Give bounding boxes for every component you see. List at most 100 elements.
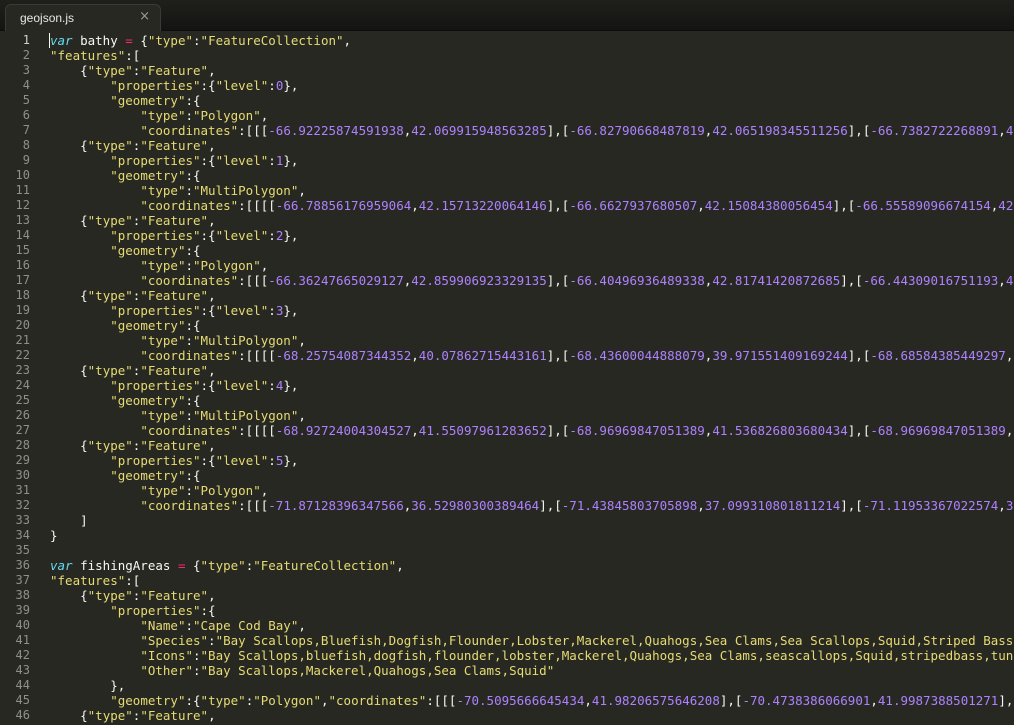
code-text: var bathy = {"type":"FeatureCollection", xyxy=(50,33,351,48)
code-line[interactable]: 11 "type":"MultiPolygon", xyxy=(0,183,1014,198)
code-line[interactable]: 39 "properties":{ xyxy=(0,603,1014,618)
code-line[interactable]: 21 "type":"MultiPolygon", xyxy=(0,333,1014,348)
code-line[interactable]: 45 "geometry":{"type":"Polygon","coordin… xyxy=(0,693,1014,708)
code-token: -68.25754087344352 xyxy=(275,348,412,363)
line-number: 11 xyxy=(15,183,30,197)
code-line[interactable]: 34} xyxy=(0,528,1014,543)
line-number: 42 xyxy=(15,648,30,662)
code-line[interactable]: 37 "features":[ xyxy=(0,573,1014,588)
code-text: "type":"Polygon", xyxy=(50,108,268,123)
code-token: , xyxy=(320,693,329,708)
code-token: "Feature" xyxy=(140,213,209,228)
code-line[interactable]: 33 ] xyxy=(0,513,1014,528)
code-line[interactable]: 20 "geometry":{ xyxy=(0,318,1014,333)
code-line[interactable]: 41 "Species":"Bay Scallops,Bluefish,Dogf… xyxy=(0,633,1014,648)
code-line[interactable]: 32 "coordinates":[[[-71.87128396347566,3… xyxy=(0,498,1014,513)
code-token: :[ xyxy=(125,573,141,588)
code-token: "Polygon" xyxy=(193,258,261,273)
code-token: , xyxy=(208,138,216,153)
code-line[interactable]: 19 "properties":{"level":3}, xyxy=(0,303,1014,318)
code-line[interactable]: 27 "coordinates":[[[[-68.92724004304527,… xyxy=(0,423,1014,438)
code-line[interactable]: 3 {"type":"Feature", xyxy=(0,63,1014,78)
code-token: : xyxy=(193,33,201,48)
code-token: { xyxy=(50,708,88,723)
line-number: 32 xyxy=(15,498,30,512)
close-icon[interactable]: × xyxy=(139,9,150,24)
code-line[interactable]: 46 {"type":"Feature", xyxy=(0,708,1014,723)
tab-geojson-js[interactable]: geojson.js × xyxy=(5,4,161,31)
code-line[interactable]: 9 "properties":{"level":1}, xyxy=(0,153,1014,168)
code-editor[interactable]: 1 var bathy = {"type":"FeatureCollection"… xyxy=(0,31,1014,725)
code-line[interactable]: 17 "coordinates":[[[-66.36247665029127,4… xyxy=(0,273,1014,288)
code-token: "features" xyxy=(50,48,126,63)
code-text: } xyxy=(50,528,58,543)
code-line[interactable]: 7 "coordinates":[[[-66.92225874591938,42… xyxy=(0,123,1014,138)
code-token: , xyxy=(411,348,419,363)
code-token: "level" xyxy=(215,78,269,93)
code-line[interactable]: 15 "geometry":{ xyxy=(0,243,1014,258)
code-line[interactable]: 22 "coordinates":[[[[-68.25754087344352,… xyxy=(0,348,1014,363)
code-token: -66.78856176959064 xyxy=(275,198,412,213)
code-text: {"type":"Feature", xyxy=(50,138,216,153)
code-token: 42.065198345511256 xyxy=(712,123,848,138)
code-line[interactable]: 24 "properties":{"level":4}, xyxy=(0,378,1014,393)
code-token: 42.81741420872685 xyxy=(712,273,841,288)
code-text: "type":"MultiPolygon", xyxy=(50,183,306,198)
code-token: : xyxy=(268,228,276,243)
code-line[interactable]: 25 "geometry":{ xyxy=(0,393,1014,408)
code-line[interactable]: 2 "features":[ xyxy=(0,48,1014,63)
code-line[interactable]: 28 {"type":"Feature", xyxy=(0,438,1014,453)
code-line[interactable]: 43 "Other":"Bay Scallops,Mackerel,Quahog… xyxy=(0,663,1014,678)
code-line[interactable]: 42 "Icons":"Bay Scallops,bluefish,dogfis… xyxy=(0,648,1014,663)
code-line[interactable]: 18 {"type":"Feature", xyxy=(0,288,1014,303)
code-token: -71.11953367022574 xyxy=(862,498,999,513)
code-token: { xyxy=(50,288,88,303)
code-line[interactable]: 4 "properties":{"level":0}, xyxy=(0,78,1014,93)
code-token: "properties" xyxy=(110,378,201,393)
code-token: "geometry" xyxy=(110,243,186,258)
code-token: "type" xyxy=(87,438,133,453)
code-token: : xyxy=(268,453,276,468)
code-text: "geometry":{ xyxy=(50,468,200,483)
code-line[interactable]: 23 {"type":"Feature", xyxy=(0,363,1014,378)
code-line[interactable]: 12 "coordinates":[[[[-66.78856176959064,… xyxy=(0,198,1014,213)
code-text: "type":"Polygon", xyxy=(50,483,268,498)
code-line[interactable]: 40 "Name":"Cape Cod Bay", xyxy=(0,618,1014,633)
code-token: : xyxy=(268,153,276,168)
code-line[interactable]: 5 "geometry":{ xyxy=(0,93,1014,108)
code-text: "Other":"Bay Scallops,Mackerel,Quahogs,S… xyxy=(50,663,554,678)
code-token: , xyxy=(998,123,1006,138)
line-number: 12 xyxy=(15,198,30,212)
code-token: : xyxy=(208,633,216,648)
line-number: 17 xyxy=(15,273,30,287)
code-line[interactable]: 26 "type":"MultiPolygon", xyxy=(0,408,1014,423)
code-line[interactable]: 6 "type":"Polygon", xyxy=(0,108,1014,123)
code-line[interactable]: 44 }, xyxy=(0,678,1014,693)
code-token: -71.43845803705898 xyxy=(561,498,698,513)
code-token: , xyxy=(208,708,216,723)
line-number: 25 xyxy=(15,393,30,407)
code-line[interactable]: 29 "properties":{"level":5}, xyxy=(0,453,1014,468)
code-token: ],[ xyxy=(539,498,562,513)
code-token: 40.07862715443161 xyxy=(418,348,547,363)
code-token: ],[ xyxy=(847,123,871,138)
code-line[interactable]: 16 "type":"Polygon", xyxy=(0,258,1014,273)
code-token: "type" xyxy=(140,258,186,273)
code-line[interactable]: 31 "type":"Polygon", xyxy=(0,483,1014,498)
code-line[interactable]: 10 "geometry":{ xyxy=(0,168,1014,183)
code-line[interactable]: 8 {"type":"Feature", xyxy=(0,138,1014,153)
code-line[interactable]: 14 "properties":{"level":2}, xyxy=(0,228,1014,243)
code-token: -68.43600044888079 xyxy=(569,348,705,363)
code-token: 41.55097961283652 xyxy=(418,423,547,438)
line-number: 7 xyxy=(22,123,30,137)
code-line[interactable]: 35 xyxy=(0,543,1014,558)
code-line[interactable]: 38 {"type":"Feature", xyxy=(0,588,1014,603)
code-token: }, xyxy=(283,228,299,243)
code-line[interactable]: 30 "geometry":{ xyxy=(0,468,1014,483)
code-line[interactable]: 1 var bathy = {"type":"FeatureCollection"… xyxy=(0,33,1014,48)
code-line[interactable]: 36 var fishingAreas = {"type":"FeatureCol… xyxy=(0,558,1014,573)
code-line[interactable]: 13 {"type":"Feature", xyxy=(0,213,1014,228)
